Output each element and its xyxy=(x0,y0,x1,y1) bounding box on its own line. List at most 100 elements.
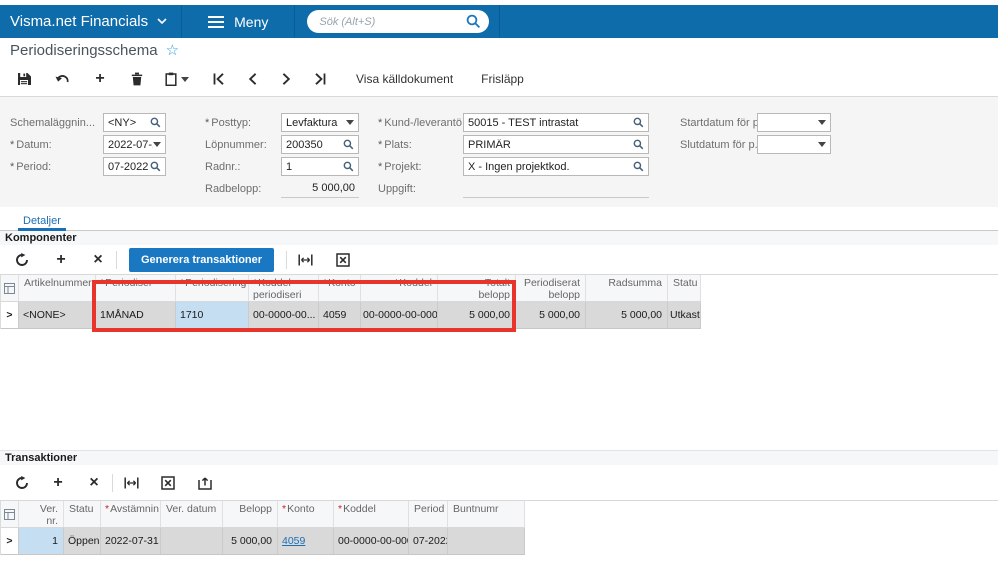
table-row[interactable]: > 1 Öppen 2022-07-31 5 000,00 4059 00-00… xyxy=(1,528,525,555)
uppgift-value[interactable] xyxy=(463,179,649,198)
column-header-konto[interactable]: *Konto xyxy=(319,275,361,301)
radbelopp-value: 5 000,00 xyxy=(281,179,359,198)
import-button[interactable] xyxy=(195,473,215,493)
lookup-icon[interactable] xyxy=(633,117,644,128)
export-excel-button[interactable] xyxy=(333,250,353,270)
search-input[interactable] xyxy=(319,16,466,28)
menu-button[interactable]: Meny xyxy=(182,5,294,38)
lookup-icon[interactable] xyxy=(633,139,644,150)
tab-detaljer[interactable]: Detaljer xyxy=(18,215,66,231)
lookup-icon[interactable] xyxy=(150,117,161,128)
column-header-period[interactable]: Period xyxy=(409,501,448,527)
cell-ver-datum[interactable] xyxy=(161,528,223,554)
cell-koddel-periodiseri[interactable]: 00-0000-00... xyxy=(249,302,319,328)
add-row-button[interactable]: + xyxy=(51,250,71,270)
search-box[interactable] xyxy=(307,10,489,33)
cell-radsumma[interactable]: 5 000,00 xyxy=(586,302,668,328)
frislapp-button[interactable]: Frisläpp xyxy=(481,72,524,86)
dropdown-icon[interactable] xyxy=(346,120,354,125)
cell-period[interactable]: 07-2022 xyxy=(409,528,448,554)
next-record-button[interactable] xyxy=(276,69,296,89)
first-record-button[interactable] xyxy=(208,69,228,89)
posttyp-field[interactable]: Levfaktura xyxy=(281,113,359,132)
visa-kalldokument-button[interactable]: Visa källdokument xyxy=(356,72,453,86)
column-header-status[interactable]: Statu xyxy=(64,501,101,527)
cell-koddel[interactable]: 00-0000-00-000 xyxy=(361,302,438,328)
cell-totalt-belopp[interactable]: 5 000,00 xyxy=(438,302,516,328)
column-header-koddel[interactable]: *Koddel xyxy=(361,275,438,301)
save-button[interactable] xyxy=(14,69,34,89)
cell-status[interactable]: Utkast xyxy=(668,302,701,328)
lopnummer-field[interactable]: 200350 xyxy=(281,135,359,154)
column-header-konto[interactable]: *Konto xyxy=(278,501,334,527)
column-header-periodiserat-belopp[interactable]: Periodiseratbelopp xyxy=(516,275,586,301)
cell-periodiser[interactable]: 1MÅNAD xyxy=(96,302,176,328)
column-header-radsumma[interactable]: Radsumma xyxy=(586,275,668,301)
favorite-star-icon[interactable]: ☆ xyxy=(166,43,179,58)
slutdatum-label: Slutdatum för p... xyxy=(680,139,757,151)
delete-button[interactable] xyxy=(127,69,147,89)
column-header-totalt-belopp[interactable]: Totaltbelopp xyxy=(438,275,516,301)
first-record-icon xyxy=(212,73,225,85)
export-excel-button[interactable] xyxy=(158,473,178,493)
add-row-button[interactable]: + xyxy=(48,473,68,493)
last-record-button[interactable] xyxy=(310,69,330,89)
cell-belopp[interactable]: 5 000,00 xyxy=(223,528,278,554)
generera-transaktioner-button[interactable]: Generera transaktioner xyxy=(129,248,274,272)
projekt-field[interactable]: X - Ingen projektkod. xyxy=(463,157,649,176)
column-header-artikelnummer[interactable]: Artikelnummer xyxy=(19,275,96,301)
delete-row-button[interactable]: × xyxy=(88,250,108,270)
refresh-button[interactable] xyxy=(12,250,32,270)
brand-menu[interactable]: Visma.net Financials xyxy=(0,5,181,38)
slutdatum-field[interactable] xyxy=(757,135,831,154)
grid-settings-icon[interactable] xyxy=(1,501,19,527)
column-header-periodiser[interactable]: *Periodiser xyxy=(96,275,176,301)
dropdown-icon[interactable] xyxy=(818,142,826,147)
lookup-icon[interactable] xyxy=(343,139,354,150)
undo-button[interactable] xyxy=(53,69,73,89)
column-header-buntnummer[interactable]: Buntnumr xyxy=(448,501,525,527)
cell-avstamning[interactable]: 2022-07-31 xyxy=(101,528,161,554)
cell-koddel[interactable]: 00-0000-00-000 xyxy=(334,528,409,554)
column-header-periodisering[interactable]: *Periodisering xyxy=(176,275,249,301)
search-icon[interactable] xyxy=(466,14,481,29)
delete-row-button[interactable]: × xyxy=(84,473,104,493)
grid-settings-icon[interactable] xyxy=(1,275,19,301)
schemalaggning-field[interactable]: <NY> xyxy=(103,113,166,132)
column-header-status[interactable]: Statu xyxy=(668,275,701,301)
column-header-ver-datum[interactable]: Ver. datum xyxy=(161,501,223,527)
radnr-field[interactable]: 1 xyxy=(281,157,359,176)
copy-paste-button[interactable] xyxy=(162,69,192,89)
lookup-icon[interactable] xyxy=(633,161,644,172)
fit-width-button[interactable] xyxy=(295,250,315,270)
column-header-koddel-periodiseri[interactable]: *Koddelperiodiseri xyxy=(249,275,319,301)
add-button[interactable]: + xyxy=(90,69,110,89)
dropdown-icon[interactable] xyxy=(153,142,161,147)
previous-record-button[interactable] xyxy=(242,69,262,89)
cell-konto-link[interactable]: 4059 xyxy=(278,528,334,554)
cell-buntnummer[interactable] xyxy=(448,528,525,554)
lookup-icon[interactable] xyxy=(150,161,161,172)
startdatum-field[interactable] xyxy=(757,113,831,132)
refresh-button[interactable] xyxy=(12,473,32,493)
brand-label: Visma.net Financials xyxy=(10,13,148,30)
kund-field[interactable]: 50015 - TEST intrastat xyxy=(463,113,649,132)
cell-artikelnummer[interactable]: <NONE> xyxy=(19,302,96,328)
cell-status[interactable]: Öppen xyxy=(64,528,101,554)
fit-width-button[interactable] xyxy=(121,473,141,493)
dropdown-icon[interactable] xyxy=(818,120,826,125)
table-row[interactable]: > <NONE> 1MÅNAD 1710 00-0000-00... 4059 … xyxy=(1,302,701,329)
column-header-koddel[interactable]: *Koddel xyxy=(334,501,409,527)
cell-periodiserat-belopp[interactable]: 5 000,00 xyxy=(516,302,586,328)
datum-field[interactable]: 2022-07-18 xyxy=(103,135,166,154)
cell-konto[interactable]: 4059 xyxy=(319,302,361,328)
column-header-ver-nr[interactable]: Ver.nr. xyxy=(19,501,64,527)
column-header-avstamning[interactable]: *Avstämnin xyxy=(101,501,161,527)
cell-periodisering-selected[interactable]: 1710 xyxy=(176,302,249,328)
cell-ver-nr-selected[interactable]: 1 xyxy=(19,528,64,554)
column-header-belopp[interactable]: Belopp xyxy=(223,501,278,527)
lookup-icon[interactable] xyxy=(343,161,354,172)
period-field[interactable]: 07-2022 xyxy=(103,157,166,176)
konto-link[interactable]: 4059 xyxy=(282,535,305,547)
plats-field[interactable]: PRIMÄR xyxy=(463,135,649,154)
